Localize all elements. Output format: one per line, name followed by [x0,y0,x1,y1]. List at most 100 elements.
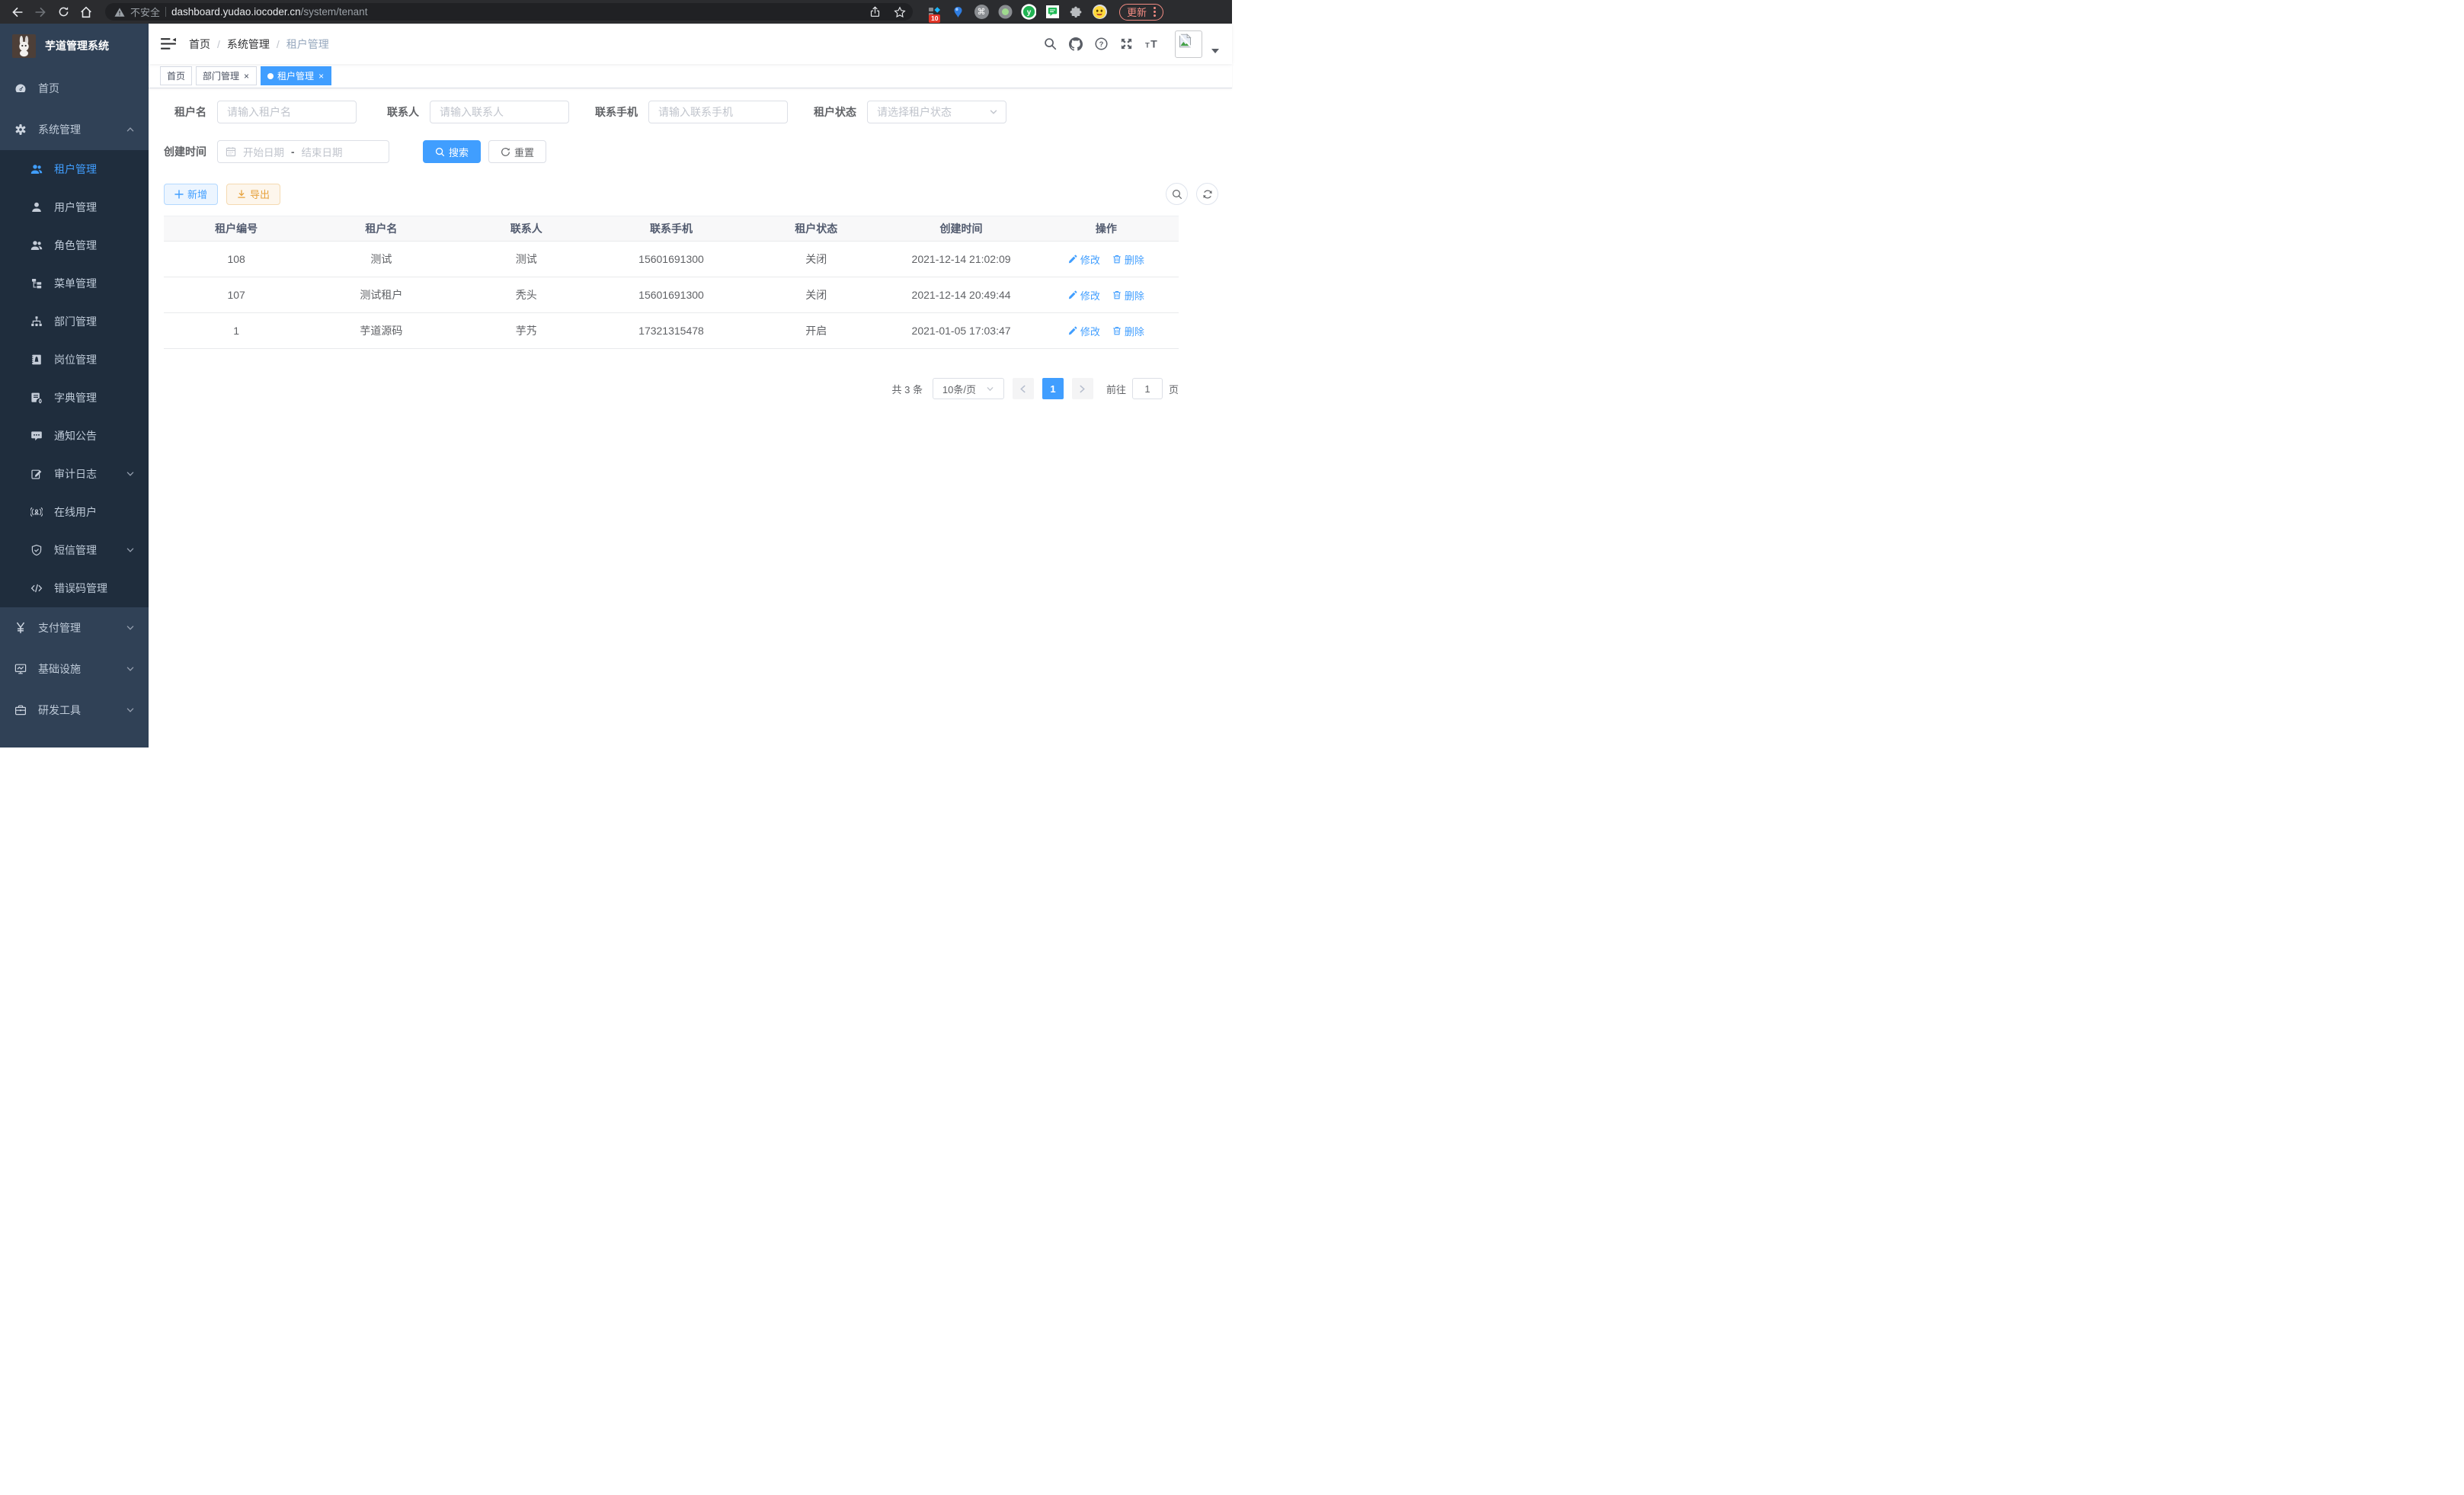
security-warning-icon[interactable] [114,7,125,18]
browser-forward-icon[interactable] [30,3,50,21]
edit-link[interactable]: 修改 [1068,288,1100,303]
sidebar-item-pay[interactable]: 支付管理 [0,607,149,648]
trash-icon [1112,290,1122,299]
security-label[interactable]: 不安全 [130,5,160,19]
view-tab-0[interactable]: 首页 [160,66,192,85]
view-tab-2[interactable]: 租户管理× [261,66,331,85]
reset-button[interactable]: 重置 [488,140,546,163]
extension-pin-icon[interactable] [950,5,965,20]
contact-input[interactable] [430,101,569,123]
extension-dot-icon[interactable] [997,5,1013,20]
extension-command-icon[interactable]: ⌘ [974,5,989,20]
breadcrumb-item[interactable]: 首页 [189,37,210,52]
chevron-down-icon [989,107,998,117]
delete-link[interactable]: 删除 [1112,288,1144,303]
create-time-range-picker[interactable]: 开始日期 - 结束日期 [217,140,389,163]
extension-blocks-icon[interactable]: 10 [926,5,942,20]
prev-page-button[interactable] [1013,378,1034,399]
mobile-input[interactable] [648,101,788,123]
current-page-button[interactable]: 1 [1042,378,1064,399]
fullscreen-icon[interactable] [1120,37,1133,50]
tenant-name-input[interactable] [217,101,357,123]
next-page-button[interactable] [1072,378,1093,399]
extension-chat-icon[interactable] [1045,5,1060,20]
sidebar-item-user[interactable]: 用户管理 [0,188,149,226]
sidebar-item-post[interactable]: 岗位管理 [0,341,149,379]
search-form-row-2: 创建时间 开始日期 - 结束日期 搜索 重置 [164,140,1218,163]
address-bar[interactable]: 不安全 dashboard.yudao.iocoder.cn/system/te… [105,3,913,21]
sidebar-item-error-code[interactable]: 错误码管理 [0,569,149,607]
sidebar-item-label: 审计日志 [54,466,97,482]
help-icon[interactable]: ? [1095,37,1108,50]
tenant-status-select[interactable]: 请选择租户状态 [867,101,1006,123]
browser-reload-icon[interactable] [53,3,73,21]
breadcrumb-item[interactable]: 系统管理 [227,37,270,52]
browser-menu-icon[interactable] [1154,7,1156,17]
tags-view-bar: 首页部门管理×租户管理× [149,64,1232,88]
cell-mobile: 15601691300 [599,277,744,313]
sidebar-item-label: 在线用户 [54,504,97,520]
svg-text:y: y [1027,8,1032,17]
sidebar-item-system[interactable]: 系统管理 [0,109,149,150]
page-unit-label: 页 [1169,382,1179,396]
cell-name: 测试租户 [309,277,453,313]
cell-status: 开启 [744,313,888,349]
end-date-placeholder: 结束日期 [302,144,343,159]
sidebar-item-label: 通知公告 [54,428,97,443]
edit-link[interactable]: 修改 [1068,324,1100,338]
page-content: 租户名 联系人 联系手机 租户状态 请选择租户状态 [149,88,1232,748]
search-button[interactable]: 搜索 [423,140,481,163]
update-button[interactable]: 更新 [1119,4,1163,21]
column-header: 租户名 [309,216,453,242]
sidebar-item-notice[interactable]: 通知公告 [0,417,149,455]
monitor-icon [14,663,27,675]
sidebar-item-online-user[interactable]: 在线用户 [0,493,149,531]
add-button[interactable]: 新增 [164,184,218,205]
tab-close-icon[interactable]: × [318,72,325,81]
page-size-select[interactable]: 10条/页 [933,378,1004,399]
sidebar-item-label: 支付管理 [38,620,81,635]
profile-avatar-icon[interactable] [1092,5,1107,20]
calendar-icon [226,146,236,157]
column-header: 联系人 [454,216,599,242]
github-icon[interactable] [1069,37,1083,51]
refresh-table-button[interactable] [1196,183,1218,205]
edit-link[interactable]: 修改 [1068,252,1100,267]
sidebar-item-home[interactable]: 首页 [0,68,149,109]
sidebar-item-dev-tool[interactable]: 研发工具 [0,690,149,731]
share-icon[interactable] [865,3,885,21]
sidebar-item-audit-log[interactable]: 审计日志 [0,455,149,493]
edit-pencil-icon [1068,255,1077,264]
export-button[interactable]: 导出 [226,184,280,205]
delete-link[interactable]: 删除 [1112,324,1144,338]
sidebar-toggle-icon[interactable] [161,37,176,50]
extensions-puzzle-icon[interactable] [1068,5,1083,20]
view-tab-1[interactable]: 部门管理× [196,66,257,85]
sidebar-item-tenant[interactable]: 租户管理 [0,150,149,188]
tenant-table: 租户编号租户名联系人联系手机租户状态创建时间操作 108测试测试15601691… [164,216,1179,349]
extension-y-icon[interactable]: y [1021,5,1036,20]
app-logo[interactable]: 芋道管理系统 [0,24,149,68]
sidebar-item-dict[interactable]: 字典管理 [0,379,149,417]
users-icon [30,239,43,251]
user-avatar-broken-image-icon[interactable] [1175,30,1202,58]
browser-back-icon[interactable] [8,3,27,21]
browser-home-icon[interactable] [76,3,96,21]
sidebar-item-label: 系统管理 [38,122,81,137]
sidebar-item-role[interactable]: 角色管理 [0,226,149,264]
font-size-icon[interactable]: TT [1145,37,1160,50]
tab-close-icon[interactable]: × [243,72,250,81]
cell-mobile: 17321315478 [599,313,744,349]
delete-link[interactable]: 删除 [1112,252,1144,267]
sidebar-item-sms[interactable]: 短信管理 [0,531,149,569]
show-search-toggle-button[interactable] [1166,183,1188,205]
sidebar-item-dept[interactable]: 部门管理 [0,303,149,341]
tree-icon [30,277,43,290]
sidebar-item-menu[interactable]: 菜单管理 [0,264,149,303]
sidebar-item-infra[interactable]: 基础设施 [0,648,149,690]
avatar-caret-down-icon[interactable] [1211,49,1219,58]
bookmark-star-icon[interactable] [890,3,910,21]
update-label: 更新 [1127,5,1147,19]
goto-page-input[interactable] [1132,378,1163,399]
header-search-icon[interactable] [1044,37,1057,50]
